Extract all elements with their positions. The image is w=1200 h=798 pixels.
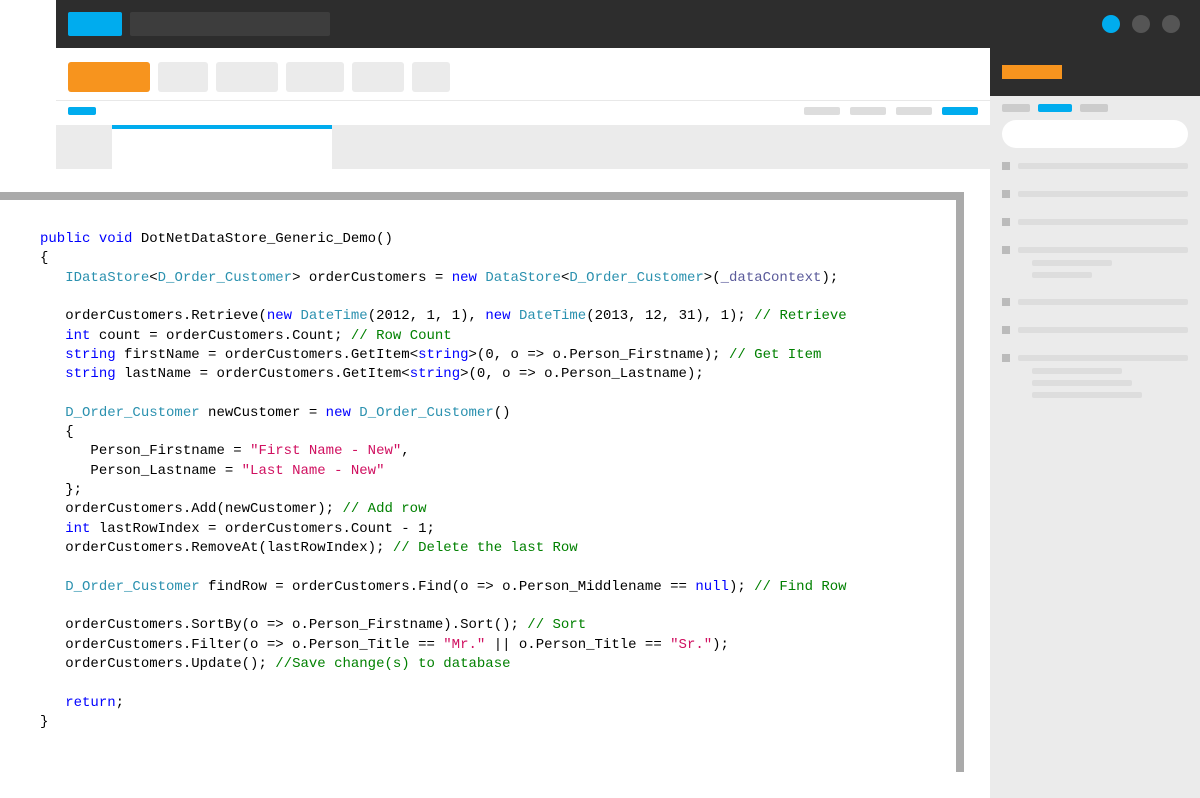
- tree-subitem[interactable]: [1032, 260, 1112, 266]
- status-dot[interactable]: [1132, 15, 1150, 33]
- tree-item[interactable]: [1002, 162, 1188, 170]
- code-content[interactable]: public void DotNetDataStore_Generic_Demo…: [40, 230, 916, 732]
- sidebar-tab[interactable]: [1002, 104, 1030, 112]
- tree-item[interactable]: [1002, 354, 1188, 362]
- sidebar: [990, 48, 1200, 798]
- title-placeholder: [130, 12, 330, 36]
- nav-tab[interactable]: [158, 62, 208, 92]
- tree-icon: [1002, 298, 1010, 306]
- tree-item[interactable]: [1002, 218, 1188, 226]
- tree-item[interactable]: [1002, 190, 1188, 198]
- tree-icon: [1002, 218, 1010, 226]
- status-dot[interactable]: [1162, 15, 1180, 33]
- sidebar-tree: [1002, 162, 1188, 412]
- breadcrumb-item[interactable]: [68, 107, 96, 115]
- nav-tab-active[interactable]: [68, 62, 150, 92]
- tree-icon: [1002, 246, 1010, 254]
- nav-tab[interactable]: [412, 62, 450, 92]
- title-bar: [56, 0, 1200, 48]
- sidebar-search-input[interactable]: [1002, 120, 1188, 148]
- code-editor[interactable]: public void DotNetDataStore_Generic_Demo…: [0, 200, 964, 772]
- tree-subitem[interactable]: [1032, 380, 1132, 386]
- breadcrumb-item[interactable]: [804, 107, 840, 115]
- tree-item[interactable]: [1002, 246, 1188, 254]
- breadcrumb-item[interactable]: [896, 107, 932, 115]
- nav-tab[interactable]: [286, 62, 344, 92]
- tree-item[interactable]: [1002, 326, 1188, 334]
- editor-tabs: [56, 125, 990, 169]
- tree-icon: [1002, 190, 1010, 198]
- sidebar-tabs: [1002, 104, 1188, 112]
- nav-tab[interactable]: [216, 62, 278, 92]
- sidebar-header: [990, 48, 1200, 96]
- app-logo: [68, 12, 122, 36]
- editor-tab[interactable]: [56, 125, 112, 169]
- status-dot-active[interactable]: [1102, 15, 1120, 33]
- tree-item[interactable]: [1002, 298, 1188, 306]
- tree-icon: [1002, 162, 1010, 170]
- sidebar-tab-active[interactable]: [1038, 104, 1072, 112]
- tree-icon: [1002, 326, 1010, 334]
- tree-subitem[interactable]: [1032, 368, 1122, 374]
- breadcrumb: [56, 100, 990, 125]
- nav-tabs: [56, 48, 990, 100]
- sidebar-title: [1002, 65, 1062, 79]
- tree-subitem[interactable]: [1032, 392, 1142, 398]
- tree-subitem[interactable]: [1032, 272, 1092, 278]
- sidebar-tab[interactable]: [1080, 104, 1108, 112]
- tree-icon: [1002, 354, 1010, 362]
- breadcrumb-item-active[interactable]: [942, 107, 978, 115]
- nav-tab[interactable]: [352, 62, 404, 92]
- editor-tab-active[interactable]: [112, 125, 332, 169]
- breadcrumb-item[interactable]: [850, 107, 886, 115]
